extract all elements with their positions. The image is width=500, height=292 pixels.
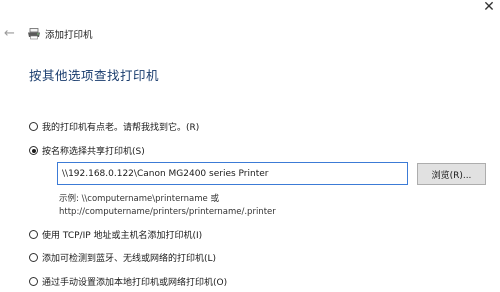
example-text: 示例: \\computername\printername 或 http://… (59, 193, 276, 219)
option-label: 我的打印机有点老。请帮我找到它。(R) (42, 123, 200, 133)
window-title: 添加打印机 (45, 30, 93, 41)
option-bluetooth-wireless-network[interactable]: 添加可检测到蓝牙、无线或网络的打印机(L) (29, 251, 216, 264)
example-line-2: http://computername/printers/printername… (59, 207, 276, 217)
page-heading: 按其他选项查找打印机 (29, 68, 160, 83)
option-old-printer[interactable]: 我的打印机有点老。请帮我找到它。(R) (29, 120, 199, 133)
option-label: 使用 TCP/IP 地址或主机名添加打印机(I) (42, 231, 203, 241)
option-shared-printer-by-name[interactable]: 按名称选择共享打印机(S) (29, 144, 145, 157)
radio-manual-local-network[interactable] (29, 277, 38, 286)
radio-old-printer[interactable] (29, 122, 38, 131)
option-label: 按名称选择共享打印机(S) (42, 147, 145, 157)
back-arrow-icon[interactable]: ← (4, 26, 15, 41)
radio-shared-printer-by-name[interactable] (29, 146, 38, 155)
browse-button[interactable]: 浏览(R)... (417, 163, 486, 185)
option-manual-local-network[interactable]: 通过手动设置添加本地打印机或网络打印机(O) (29, 275, 227, 288)
option-label: 添加可检测到蓝牙、无线或网络的打印机(L) (42, 254, 217, 264)
example-line-1: 示例: \\computername\printername 或 (59, 194, 219, 204)
option-label: 通过手动设置添加本地打印机或网络打印机(O) (42, 278, 228, 288)
radio-tcpip[interactable] (29, 230, 38, 239)
shared-printer-name-input[interactable] (57, 162, 408, 185)
close-icon[interactable]: ✕ (478, 0, 500, 16)
option-tcpip[interactable]: 使用 TCP/IP 地址或主机名添加打印机(I) (29, 228, 202, 241)
window-title-bar: 添加打印机 (27, 27, 93, 41)
radio-bluetooth-wireless-network[interactable] (29, 253, 38, 262)
printer-icon (28, 28, 40, 40)
